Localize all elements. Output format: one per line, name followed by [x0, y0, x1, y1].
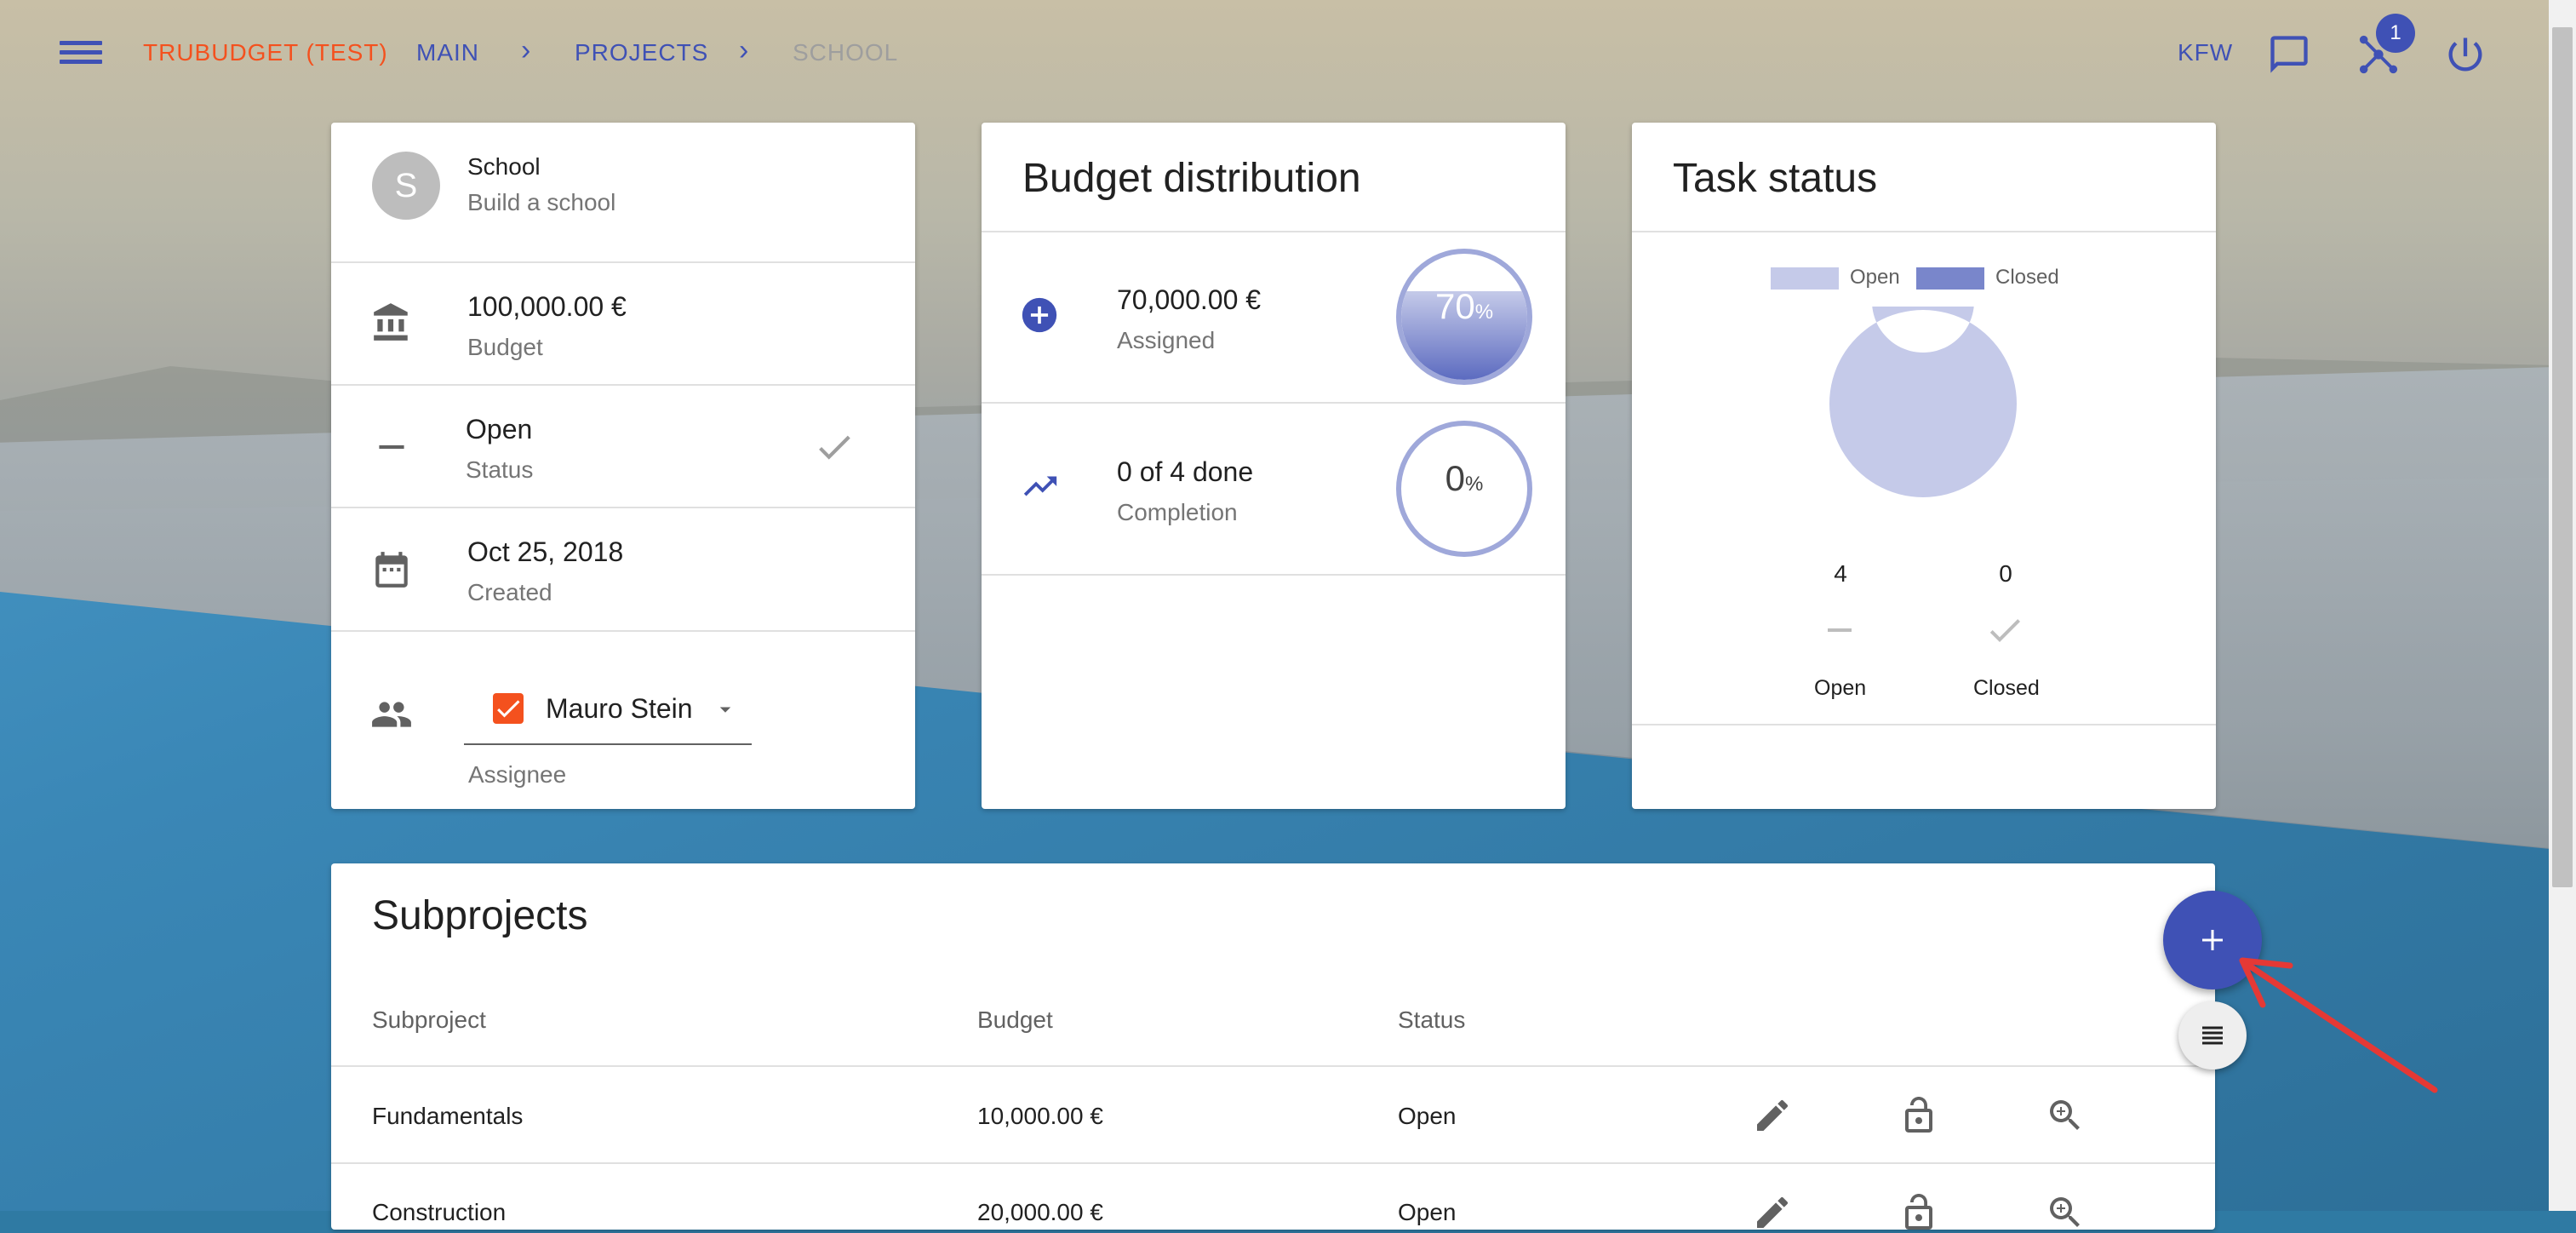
divider: [331, 1065, 2215, 1067]
avatar: S: [372, 152, 440, 220]
assignee-checkbox[interactable]: [493, 693, 524, 724]
lock-open-icon[interactable]: [1898, 1192, 1939, 1233]
divider: [1632, 231, 2216, 232]
lock-open-icon[interactable]: [1898, 1095, 1939, 1136]
assignee-value: Mauro Stein: [546, 693, 693, 724]
zoom-in-icon[interactable]: [2045, 1095, 2086, 1136]
subproject-status: Open: [1398, 1199, 1457, 1225]
legend-swatch-open: [1771, 267, 1839, 290]
column-header-subproject: Subproject: [372, 1006, 486, 1033]
project-name: School: [467, 153, 541, 180]
divider: [331, 630, 915, 632]
breadcrumb-current: SCHOOL: [793, 39, 899, 66]
assigned-label: Assigned: [1117, 327, 1216, 353]
closed-count: 0: [1999, 560, 2012, 587]
app-bar: TRUBUDGET (TEST) MAIN › PROJECTS › SCHOO…: [0, 0, 2576, 109]
divider: [331, 384, 915, 386]
legend-label-open: Open: [1850, 266, 1900, 289]
divider: [982, 574, 1566, 576]
gauge-text: 0%: [1445, 458, 1484, 498]
task-donut-chart: [1829, 307, 2017, 497]
assigned-value: 70,000.00 €: [1117, 284, 1262, 315]
assignee-select[interactable]: Mauro Stein Assignee: [331, 651, 915, 788]
message-icon[interactable]: [2267, 32, 2311, 77]
subproject-name[interactable]: Fundamentals: [372, 1103, 523, 1130]
legend-label-closed: Closed: [1995, 266, 2059, 289]
subprojects-card: Subprojects: [331, 863, 2215, 1230]
organization-label[interactable]: KFW: [2178, 39, 2233, 66]
trending-up-icon: [1023, 476, 1057, 496]
breadcrumb-separator: ›: [739, 34, 749, 66]
breadcrumb-separator: ›: [521, 34, 531, 66]
zoom-in-icon[interactable]: [2045, 1192, 2086, 1233]
project-details-card: S School Build a school 100,000.00 € Bud…: [331, 123, 915, 809]
menu-icon[interactable]: [60, 36, 102, 73]
task-card-title: Task status: [1673, 156, 1878, 201]
divider: [331, 261, 915, 263]
completion-value: 0 of 4 done: [1117, 456, 1254, 487]
breadcrumb-projects[interactable]: PROJECTS: [575, 39, 708, 66]
list-icon: [2202, 1026, 2223, 1045]
minus-icon: [379, 444, 404, 450]
calendar-icon: [375, 552, 408, 588]
created-value: Oct 25, 2018: [467, 536, 624, 567]
budget-card-title: Budget distribution: [1022, 156, 1361, 201]
divider: [982, 231, 1566, 232]
gauge-text: 70%: [1434, 286, 1494, 326]
completion-gauge: 0%: [1396, 421, 1532, 557]
bank-icon: [374, 303, 408, 341]
minus-icon: [1828, 628, 1852, 632]
assignee-label: Assignee: [468, 761, 567, 788]
subproject-name[interactable]: Construction: [372, 1199, 506, 1226]
vertical-scrollbar[interactable]: [2549, 0, 2576, 1211]
select-underline: [464, 743, 752, 745]
completion-label: Completion: [1117, 499, 1238, 525]
divider: [982, 402, 1566, 404]
subproject-budget: 20,000.00 €: [977, 1199, 1103, 1225]
divider: [331, 1162, 2215, 1164]
closed-label: Closed: [1973, 676, 2040, 700]
plus-icon: [2202, 930, 2223, 950]
annotation-arrow-icon: [2239, 957, 2438, 1093]
edit-icon[interactable]: [1752, 1192, 1793, 1233]
divider: [1632, 724, 2216, 725]
budget-label: Budget: [467, 334, 543, 360]
check-icon: [1989, 619, 2020, 642]
assigned-gauge: 70%: [1396, 249, 1532, 385]
power-icon[interactable]: [2443, 32, 2487, 77]
created-label: Created: [467, 579, 552, 605]
scrollbar-thumb[interactable]: [2552, 27, 2573, 887]
status-value: Open: [466, 414, 533, 444]
open-label: Open: [1814, 676, 1867, 700]
breadcrumb-main[interactable]: MAIN: [416, 39, 479, 66]
project-description: Build a school: [467, 189, 616, 215]
task-status-card: Task status Open Closed 4 Open 0 Closed: [1632, 123, 2216, 809]
check-icon[interactable]: [813, 426, 856, 468]
column-header-status: Status: [1398, 1006, 1466, 1033]
legend-swatch-closed: [1916, 267, 1984, 290]
budget-value: 100,000.00 €: [467, 291, 627, 322]
edit-icon[interactable]: [1752, 1095, 1793, 1136]
subproject-status: Open: [1398, 1103, 1457, 1129]
breadcrumb-brand[interactable]: TRUBUDGET (TEST): [143, 39, 388, 66]
notification-badge: 1: [2376, 14, 2415, 53]
status-label: Status: [466, 456, 534, 483]
divider: [331, 507, 915, 508]
subprojects-title: Subprojects: [372, 893, 588, 938]
open-count: 4: [1834, 560, 1847, 587]
column-header-budget: Budget: [977, 1006, 1053, 1033]
add-circle-icon: [1022, 297, 1057, 333]
subproject-budget: 10,000.00 €: [977, 1103, 1103, 1129]
dropdown-arrow-icon[interactable]: [713, 697, 738, 722]
budget-distribution-card: Budget distribution 70,000.00 € Assigned…: [982, 123, 1566, 809]
